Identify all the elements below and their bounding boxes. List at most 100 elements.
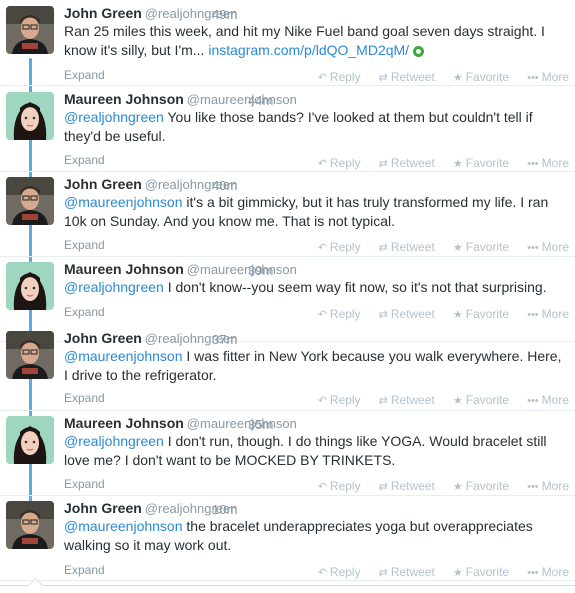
retweet-icon: ⇄: [378, 72, 388, 84]
star-icon: ★: [452, 72, 463, 84]
more-dots-icon: •••: [527, 158, 539, 170]
retweet-action[interactable]: ⇄ Retweet: [379, 156, 435, 170]
tweet[interactable]: John Green @realjohngreen 49m Ran 25 miles …: [0, 0, 575, 86]
expand-link[interactable]: Expand: [64, 391, 105, 405]
favorite-action[interactable]: ★ Favorite: [453, 393, 509, 407]
reply-action[interactable]: ↶ Reply: [318, 393, 361, 407]
more-action[interactable]: ••• More: [527, 70, 569, 84]
tweet[interactable]: Maureen Johnson @maureenjohnson 35m @realjo…: [0, 410, 575, 496]
more-action[interactable]: ••• More: [527, 307, 569, 321]
tweet[interactable]: Maureen Johnson @maureenjohnson 44m @realjo…: [0, 86, 575, 172]
expand-link[interactable]: Expand: [64, 477, 105, 491]
retweet-action[interactable]: ⇄ Retweet: [379, 565, 435, 579]
mention-link[interactable]: @maureenjohnson: [64, 518, 183, 534]
retweet-action[interactable]: ⇄ Retweet: [379, 393, 435, 407]
favorite-action[interactable]: ★ Favorite: [453, 565, 509, 579]
star-icon: ★: [452, 158, 463, 170]
mention-link[interactable]: @realjohngreen: [64, 109, 164, 125]
retweet-label: Retweet: [390, 479, 435, 493]
favorite-action[interactable]: ★ Favorite: [453, 156, 509, 170]
author-name[interactable]: John Green: [64, 176, 142, 192]
avatar[interactable]: [6, 177, 54, 225]
retweet-action[interactable]: ⇄ Retweet: [379, 70, 435, 84]
tweet[interactable]: John Green @realjohngreen 40m @maureenjohns…: [0, 171, 575, 257]
avatar[interactable]: [6, 416, 54, 464]
author-handle[interactable]: @maureenjohnson: [187, 262, 297, 277]
avatar[interactable]: [6, 92, 54, 140]
author-handle[interactable]: @maureenjohnson: [187, 92, 297, 107]
reply-label: Reply: [329, 240, 361, 254]
tweet-timestamp[interactable]: 10m: [212, 502, 237, 517]
favorite-label: Favorite: [465, 393, 510, 407]
tweet-timestamp[interactable]: 49m: [212, 7, 237, 22]
reply-action[interactable]: ↶ Reply: [318, 565, 361, 579]
more-label: More: [541, 393, 569, 407]
reply-action[interactable]: ↶ Reply: [318, 156, 361, 170]
mention-link[interactable]: @maureenjohnson: [64, 194, 183, 210]
author-name[interactable]: Maureen Johnson: [64, 415, 184, 431]
author-name[interactable]: John Green: [64, 5, 142, 21]
retweet-icon: ⇄: [378, 395, 388, 407]
favorite-action[interactable]: ★ Favorite: [453, 240, 509, 254]
author-name[interactable]: Maureen Johnson: [64, 91, 184, 107]
retweet-action[interactable]: ⇄ Retweet: [379, 307, 435, 321]
reply-icon: ↶: [317, 72, 327, 84]
more-action[interactable]: ••• More: [527, 240, 569, 254]
expand-link[interactable]: Expand: [64, 563, 105, 577]
mention-link[interactable]: @maureenjohnson: [64, 348, 183, 364]
reply-action[interactable]: ↶ Reply: [318, 70, 361, 84]
mention-link[interactable]: @realjohngreen: [64, 279, 164, 295]
more-action[interactable]: ••• More: [527, 565, 569, 579]
tweet-actions: ↶ Reply ⇄ Retweet ★ Favorite ••• More: [300, 393, 569, 407]
author-handle[interactable]: @maureenjohnson: [187, 416, 297, 431]
url-link[interactable]: instagram.com/p/ldQO_MD2qM/: [208, 42, 409, 58]
instagram-media-icon[interactable]: [413, 45, 425, 57]
favorite-label: Favorite: [465, 156, 510, 170]
reply-action[interactable]: ↶ Reply: [318, 307, 361, 321]
reply-icon: ↶: [317, 158, 327, 170]
reply-action[interactable]: ↶ Reply: [318, 240, 361, 254]
more-dots-icon: •••: [527, 481, 539, 493]
tweet-actions: ↶ Reply ⇄ Retweet ★ Favorite ••• More: [300, 307, 569, 321]
conversation-timeline: John Green @realjohngreen 49m Ran 25 miles …: [0, 0, 575, 593]
more-action[interactable]: ••• More: [527, 393, 569, 407]
more-action[interactable]: ••• More: [527, 156, 569, 170]
tweet-timestamp[interactable]: 44m: [248, 93, 273, 108]
favorite-action[interactable]: ★ Favorite: [453, 307, 509, 321]
tweet[interactable]: John Green @realjohngreen 10m @maureenjohns…: [0, 495, 575, 581]
author-name[interactable]: Maureen Johnson: [64, 261, 184, 277]
expand-link[interactable]: Expand: [64, 153, 105, 167]
tweet[interactable]: John Green @realjohngreen 37m @maureenjohns…: [0, 325, 575, 411]
avatar[interactable]: [6, 331, 54, 379]
retweet-action[interactable]: ⇄ Retweet: [379, 240, 435, 254]
expand-link[interactable]: Expand: [64, 238, 105, 252]
author-name[interactable]: John Green: [64, 330, 142, 346]
expand-link[interactable]: Expand: [64, 68, 105, 82]
favorite-action[interactable]: ★ Favorite: [453, 70, 509, 84]
more-label: More: [541, 479, 569, 493]
star-icon: ★: [452, 395, 463, 407]
favorite-action[interactable]: ★ Favorite: [453, 479, 509, 493]
avatar[interactable]: [6, 6, 54, 54]
more-action[interactable]: ••• More: [527, 479, 569, 493]
tweet-text: @realjohngreen I don't run, though. I do…: [64, 432, 564, 470]
expand-link[interactable]: Expand: [64, 305, 105, 319]
star-icon: ★: [452, 567, 463, 579]
avatar[interactable]: [6, 501, 54, 549]
avatar[interactable]: [6, 262, 54, 310]
mention-link[interactable]: @realjohngreen: [64, 433, 164, 449]
tweet-timestamp[interactable]: 39m: [248, 263, 273, 278]
favorite-label: Favorite: [465, 307, 510, 321]
reply-icon: ↶: [317, 309, 327, 321]
tweet-timestamp[interactable]: 35m: [248, 417, 273, 432]
retweet-action[interactable]: ⇄ Retweet: [379, 479, 435, 493]
tweet-text: Ran 25 miles this week, and hit my Nike …: [64, 22, 564, 60]
tweet-text: @realjohngreen I don't know--you seem wa…: [64, 278, 564, 297]
tweet-timestamp[interactable]: 37m: [212, 332, 237, 347]
tweet-timestamp[interactable]: 40m: [212, 178, 237, 193]
author-name[interactable]: John Green: [64, 500, 142, 516]
reply-label: Reply: [329, 479, 361, 493]
retweet-label: Retweet: [390, 565, 435, 579]
tweet-actions: ↶ Reply ⇄ Retweet ★ Favorite ••• More: [300, 565, 569, 579]
reply-action[interactable]: ↶ Reply: [318, 479, 361, 493]
